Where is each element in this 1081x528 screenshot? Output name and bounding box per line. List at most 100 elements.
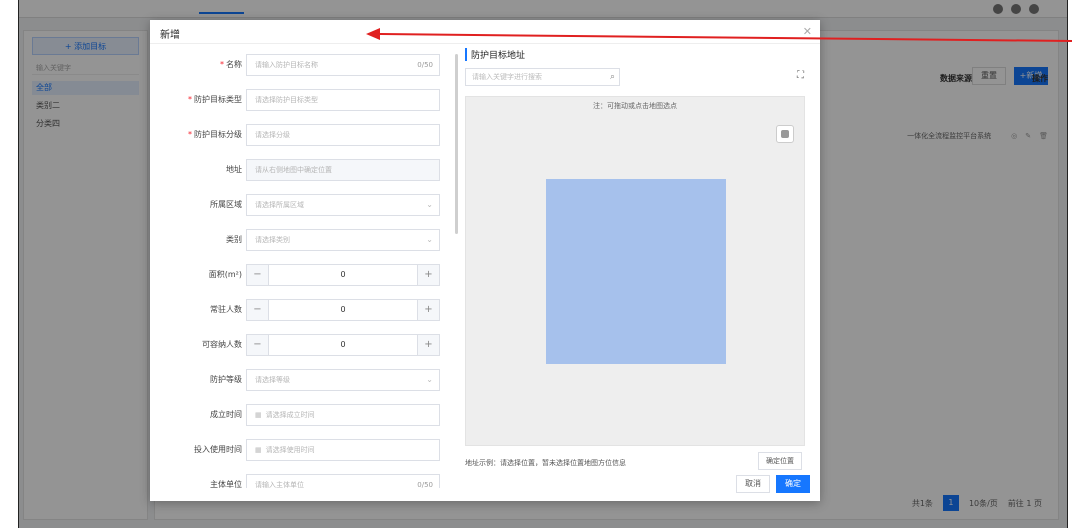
confirm-location-button[interactable]: 确定位置	[758, 452, 802, 470]
map-search-placeholder: 请输入关键字进行搜索	[472, 73, 542, 81]
number-stepper[interactable]: −0 +	[246, 299, 440, 321]
minus-icon[interactable]: −	[247, 265, 269, 285]
select-field[interactable]: 请选择等级 ⌄	[246, 369, 440, 391]
plus-icon[interactable]: +	[417, 300, 439, 320]
dialog-header: 新增 ✕	[150, 20, 820, 44]
char-counter: 0/50	[417, 61, 433, 69]
chevron-down-icon[interactable]: ⌄	[426, 230, 433, 250]
field-label-text: 防护目标分级	[194, 130, 242, 139]
form-row: 面积(m²) −0 +	[150, 264, 450, 286]
field-placeholder: 请输入主体单位	[255, 481, 304, 488]
field-label: 成立时间	[210, 409, 242, 420]
field-placeholder: 请选择成立时间	[265, 411, 315, 419]
field-placeholder: 请选择所属区域	[255, 201, 304, 209]
char-counter: 0/50	[417, 481, 433, 488]
field-placeholder: 请选择类别	[255, 236, 290, 244]
date-field[interactable]: ▦ 请选择成立时间	[246, 404, 440, 426]
calendar-icon: ▦	[255, 411, 262, 419]
stepper-value[interactable]: 0	[269, 300, 417, 320]
form-row: 防护等级 请选择等级 ⌄	[150, 369, 450, 391]
form-row: 所属区域 请选择所属区域 ⌄	[150, 194, 450, 216]
field-placeholder: 请选择防护目标类型	[255, 96, 318, 104]
field-label-text: 防护目标类型	[194, 95, 242, 104]
select-field[interactable]: 请选择类别 ⌄	[246, 229, 440, 251]
map-section-title: 防护目标地址	[465, 48, 525, 61]
field-label: * 名称	[220, 59, 242, 70]
field-label-text: 所属区域	[210, 200, 242, 209]
chevron-down-icon[interactable]: ⌄	[426, 195, 433, 215]
map-tool-icon[interactable]	[776, 125, 794, 143]
plus-icon[interactable]: +	[417, 265, 439, 285]
close-icon[interactable]: ✕	[803, 25, 812, 38]
field-label: 可容纳人数	[202, 339, 242, 350]
text-field[interactable]: 请选择防护目标类型	[246, 89, 440, 111]
field-label-text: 地址	[226, 165, 242, 174]
field-label: 常驻人数	[210, 304, 242, 315]
field-label: * 防护目标类型	[188, 94, 242, 105]
dialog-title: 新增	[160, 30, 180, 41]
field-placeholder: 请从右侧地图中确定位置	[255, 166, 332, 174]
field-label: 所属区域	[210, 199, 242, 210]
minus-icon[interactable]: −	[247, 335, 269, 355]
text-field[interactable]: 请输入防护目标名称 0/50	[246, 54, 440, 76]
form-row: * 防护目标分级 请选择分级	[150, 124, 450, 146]
field-label: 类别	[226, 234, 242, 245]
ok-button[interactable]: 确定	[776, 475, 810, 493]
field-label-text: 名称	[226, 60, 242, 69]
field-label: * 防护目标分级	[188, 129, 242, 140]
map-selected-area	[546, 179, 726, 364]
form-scrollbar[interactable]	[455, 54, 458, 234]
fullscreen-icon[interactable]: ⛶	[797, 70, 804, 81]
field-label-text: 可容纳人数	[202, 340, 242, 349]
field-label-text: 主体单位	[210, 480, 242, 488]
cancel-button[interactable]: 取消	[736, 475, 770, 493]
field-label-text: 成立时间	[210, 410, 242, 419]
text-field[interactable]: 请输入主体单位 0/50	[246, 474, 440, 488]
field-label: 地址	[226, 164, 242, 175]
form-row: 投入使用时间 ▦ 请选择使用时间	[150, 439, 450, 461]
form-row: 主体单位 请输入主体单位 0/50	[150, 474, 450, 488]
dialog-footer: 取消 确定	[736, 475, 810, 493]
text-field[interactable]: 请选择分级	[246, 124, 440, 146]
field-label-text: 面积(m²)	[208, 270, 242, 279]
required-mark: *	[220, 60, 224, 69]
chevron-down-icon[interactable]: ⌄	[426, 370, 433, 390]
field-placeholder: 请选择使用时间	[265, 446, 315, 454]
field-label-text: 类别	[226, 235, 242, 244]
select-field[interactable]: 请选择所属区域 ⌄	[246, 194, 440, 216]
map-tip: 注：可拖动或点击地图选点	[593, 102, 677, 110]
number-stepper[interactable]: −0 +	[246, 334, 440, 356]
search-icon[interactable]: ⌕	[610, 69, 615, 85]
text-field: 请从右侧地图中确定位置	[246, 159, 440, 181]
date-field[interactable]: ▦ 请选择使用时间	[246, 439, 440, 461]
screenshot-frame: + 添加目标 输入关键字 全部 类别二 分类四 重置 +新增 数据来源 操作 一…	[18, 0, 1068, 528]
required-mark: *	[188, 130, 192, 139]
map-canvas[interactable]: 注：可拖动或点击地图选点	[465, 96, 805, 446]
form-row: 地址 请从右侧地图中确定位置	[150, 159, 450, 181]
stepper-value[interactable]: 0	[269, 265, 417, 285]
form-row: 类别 请选择类别 ⌄	[150, 229, 450, 251]
stepper-value[interactable]: 0	[269, 335, 417, 355]
form-row: 常驻人数 −0 +	[150, 299, 450, 321]
field-placeholder: 请选择分级	[255, 131, 290, 139]
form-row: 可容纳人数 −0 +	[150, 334, 450, 356]
location-text: 地址示例：请选择位置，暂未选择位置地图方位信息	[465, 459, 626, 467]
field-label: 投入使用时间	[194, 444, 242, 455]
field-label: 主体单位	[210, 479, 242, 488]
calendar-icon: ▦	[255, 446, 262, 454]
plus-icon[interactable]: +	[417, 335, 439, 355]
form-row: 成立时间 ▦ 请选择成立时间	[150, 404, 450, 426]
field-label-text: 投入使用时间	[194, 445, 242, 454]
minus-icon[interactable]: −	[247, 300, 269, 320]
form-panel: * 名称 请输入防护目标名称 0/50 * 防护目标类型 请选择防护目标类型 * 防护目标分级请…	[150, 48, 455, 488]
field-label: 防护等级	[210, 374, 242, 385]
map-search-input[interactable]: 请输入关键字进行搜索 ⌕	[465, 68, 620, 86]
form-row: * 防护目标类型 请选择防护目标类型	[150, 89, 450, 111]
field-label: 面积(m²)	[209, 269, 242, 280]
field-label-text: 常驻人数	[210, 305, 242, 314]
field-label-text: 防护等级	[210, 375, 242, 384]
required-mark: *	[188, 95, 192, 104]
map-panel: 防护目标地址 请输入关键字进行搜索 ⌕ ⛶ 注：可拖动或点击地图选点 地址示例：…	[465, 48, 810, 488]
number-stepper[interactable]: −0 +	[246, 264, 440, 286]
add-dialog: 新增 ✕ * 名称 请输入防护目标名称 0/50 * 防护目标类型 请选择防护目标类型 * 防护…	[150, 20, 820, 501]
